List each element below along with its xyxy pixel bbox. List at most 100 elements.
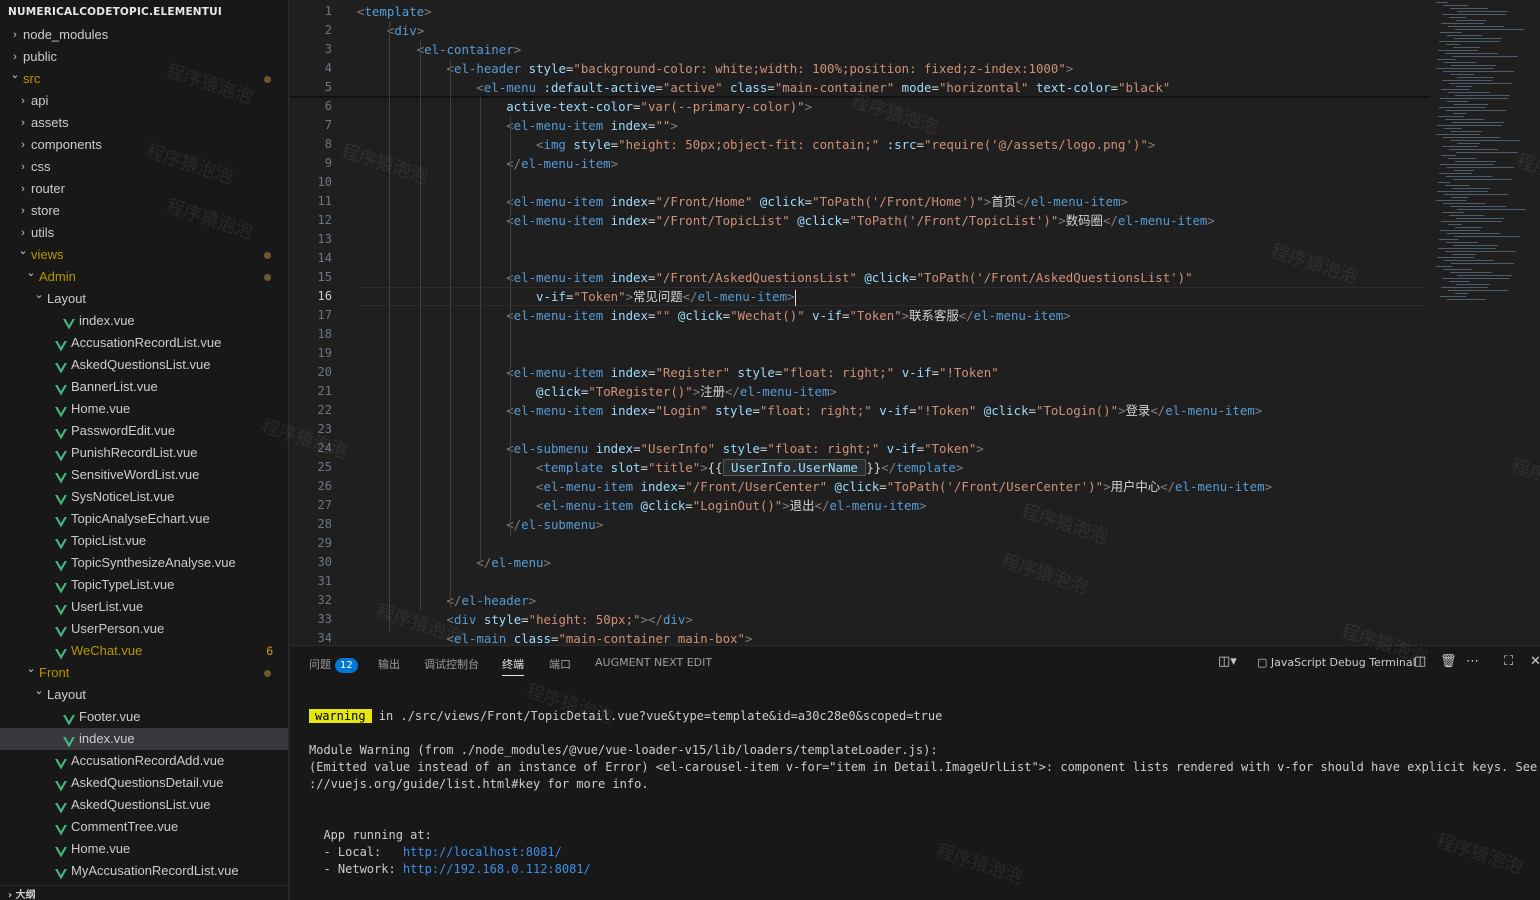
tree-file[interactable]: UserList.vue: [0, 596, 288, 618]
code-line[interactable]: <el-menu-item index="/Front/UserCenter" …: [357, 477, 1272, 496]
code-line[interactable]: <el-menu-item index="" @click="Wechat()"…: [357, 306, 1070, 325]
minimap-line: [1443, 5, 1468, 6]
minimap-line: [1441, 155, 1456, 156]
code-line[interactable]: <template>: [357, 2, 432, 21]
tree-file[interactable]: Home.vue: [0, 838, 288, 860]
panel-tab[interactable]: 终端: [502, 656, 524, 676]
tree-file[interactable]: Footer.vue: [0, 706, 288, 728]
minimap-line: [1455, 95, 1510, 96]
tree-folder[interactable]: › public: [0, 46, 288, 68]
code-token: img: [543, 137, 566, 152]
code-line[interactable]: <el-menu-item index="/Front/AskedQuestio…: [357, 268, 1192, 287]
code-line[interactable]: </el-menu>: [357, 553, 551, 572]
code-token: index: [610, 270, 648, 285]
maximize-panel-icon[interactable]: ⛶: [1504, 654, 1513, 669]
close-panel-icon[interactable]: ✕: [1530, 654, 1540, 669]
outline-section-header[interactable]: › 大纲: [0, 885, 288, 900]
split-layout-icon[interactable]: ◫▾: [1218, 654, 1237, 669]
tree-file[interactable]: PunishRecordList.vue: [0, 442, 288, 464]
code-line[interactable]: <img style = "height: 50px;object-fit: con…: [357, 135, 1155, 154]
line-number: 16: [317, 289, 332, 303]
panel-tab[interactable]: 调试控制台: [424, 656, 479, 676]
panel-tab[interactable]: 端口: [549, 656, 571, 676]
tree-file[interactable]: TopicSynthesizeAnalyse.vue: [0, 552, 288, 574]
tree-file[interactable]: TopicAnalyseEchart.vue: [0, 508, 288, 530]
code-token: "height: 50px;": [528, 612, 641, 627]
code-line[interactable]: <el-submenu index="UserInfo" style="floa…: [357, 439, 984, 458]
line-number: 11: [317, 194, 332, 208]
code-editor[interactable]: 1 2 3 4 5 6 7 8 9 10 11 12 13 14 15 16 17 18 19 20 21 22 23 24 2…: [290, 0, 1540, 645]
code-line[interactable]: <el-menu :default-active="active" class=…: [357, 78, 1170, 97]
code-line[interactable]: <el-main class="main-container main-box"…: [357, 629, 753, 645]
code-token: >: [1207, 213, 1215, 228]
code-line[interactable]: <el-menu-item index="">: [357, 116, 678, 135]
trash-icon[interactable]: 🗑: [1440, 654, 1457, 669]
tree-folder[interactable]: › components: [0, 134, 288, 156]
code-line[interactable]: active-text-color="var(--primary-color)"…: [357, 97, 812, 116]
tree-file[interactable]: index.vue: [0, 310, 288, 332]
panel-tab[interactable]: 输出: [378, 656, 400, 676]
minimap[interactable]: [1432, 0, 1540, 320]
code-line[interactable]: </el-header>: [357, 591, 537, 610]
code-line[interactable]: <el-menu-item index="/Front/Home" @click…: [357, 192, 1128, 211]
split-terminal-icon[interactable]: ◫: [1414, 654, 1426, 669]
tree-folder[interactable]: › api: [0, 90, 288, 112]
network-url-link[interactable]: http://192.168.0.112:8081/: [403, 862, 591, 876]
tree-file[interactable]: AccusationRecordAdd.vue: [0, 750, 288, 772]
code-token: >: [1103, 479, 1111, 494]
tree-file[interactable]: Home.vue: [0, 398, 288, 420]
tree-file[interactable]: AccusationRecordList.vue: [0, 332, 288, 354]
tree-file[interactable]: SysNoticeList.vue: [0, 486, 288, 508]
tree-folder[interactable]: ⌄ src: [0, 68, 288, 90]
tree-file[interactable]: UserPerson.vue: [0, 618, 288, 640]
code-token: v-if: [812, 308, 842, 323]
explorer-root-title[interactable]: NUMERICALCODETOPIC.ELEMENTUI: [0, 0, 288, 25]
code-line[interactable]: <el-menu-item index="Register" style="fl…: [357, 363, 998, 382]
code-token: 用户中心: [1110, 479, 1161, 494]
tree-folder[interactable]: › assets: [0, 112, 288, 134]
tree-file[interactable]: SensitiveWordList.vue: [0, 464, 288, 486]
chevron-right-icon: ›: [21, 139, 25, 151]
tree-file[interactable]: TopicList.vue: [0, 530, 288, 552]
tree-file[interactable]: BannerList.vue: [0, 376, 288, 398]
code-token: >: [787, 289, 795, 304]
tree-file[interactable]: AskedQuestionsDetail.vue: [0, 772, 288, 794]
code-token: =: [633, 441, 641, 456]
code-line[interactable]: <div style="height: 50px;"></div>: [357, 610, 693, 629]
code-token: "/Front/AskedQuestionsList": [655, 270, 857, 285]
code-line[interactable]: <el-header style="background-color: whit…: [357, 59, 1074, 78]
code-line[interactable]: <el-menu-item index="Login" style="float…: [357, 401, 1262, 420]
panel-tab[interactable]: 问题 12: [309, 656, 358, 676]
local-url-link[interactable]: http://localhost:8081/: [403, 845, 562, 859]
tree-folder[interactable]: › utils: [0, 222, 288, 244]
code-line[interactable]: <el-container>: [357, 40, 521, 59]
tree-file[interactable]: WeChat.vue 6: [0, 640, 288, 662]
tree-folder[interactable]: › node_modules: [0, 24, 288, 46]
tree-file[interactable]: index.vue: [0, 728, 288, 750]
line-number: 34: [317, 631, 332, 645]
tree-folder[interactable]: ⌄ views: [0, 244, 288, 266]
tree-file[interactable]: CommentTree.vue: [0, 816, 288, 838]
tree-item-label: assets: [31, 115, 69, 130]
code-line[interactable]: <el-menu-item index="/Front/TopicList" @…: [357, 211, 1215, 230]
code-line[interactable]: <el-menu-item @click="LoginOut()">退出</el…: [357, 496, 926, 515]
code-line[interactable]: <div>: [357, 21, 424, 40]
tree-folder[interactable]: ⌄ Layout: [0, 684, 288, 706]
tree-file[interactable]: AskedQuestionsList.vue: [0, 354, 288, 376]
tree-file[interactable]: AskedQuestionsList.vue: [0, 794, 288, 816]
tree-folder[interactable]: › css: [0, 156, 288, 178]
tree-file[interactable]: PasswordEdit.vue: [0, 420, 288, 442]
tree-folder[interactable]: › store: [0, 200, 288, 222]
tree-file[interactable]: TopicTypeList.vue: [0, 574, 288, 596]
code-line[interactable]: @click="ToRegister()">注册</el-menu-item>: [357, 382, 837, 401]
code-line[interactable]: v-if="Token">常见问题</el-menu-item>: [357, 287, 796, 306]
more-actions-icon[interactable]: ⋯: [1466, 654, 1479, 669]
panel-tab[interactable]: AUGMENT NEXT EDIT: [595, 656, 712, 676]
tree-folder[interactable]: ⌄ Layout: [0, 288, 288, 310]
code-line[interactable]: <template slot="title">{{ UserInfo.UserN…: [357, 458, 963, 477]
terminal-selector[interactable]: ▢ JavaScript Debug Terminal: [1257, 656, 1416, 669]
code-line[interactable]: </el-menu-item>: [357, 154, 618, 173]
tree-folder[interactable]: › router: [0, 178, 288, 200]
tree-file[interactable]: MyAccusationRecordList.vue: [0, 860, 288, 882]
code-token: div: [662, 612, 686, 627]
